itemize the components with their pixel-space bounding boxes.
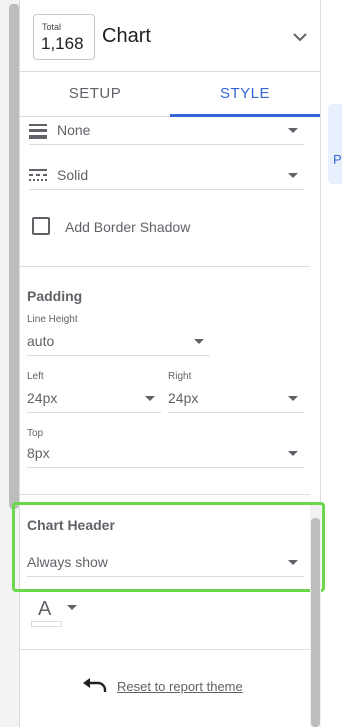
dropdown-caret-icon [145, 396, 155, 401]
side-panel-tab[interactable]: P [328, 104, 342, 184]
chart-type-thumbnail[interactable]: Total 1,168 [33, 14, 95, 60]
thumbnail-label: Total [42, 22, 62, 32]
text-color-swatch [31, 621, 62, 627]
padding-top-label: Top [27, 428, 44, 439]
section-divider [20, 649, 310, 650]
border-weight-value: None [57, 122, 91, 138]
tab-setup[interactable]: SETUP [20, 72, 170, 116]
style-content: None Solid Add Border Shadow Padding Lin… [20, 117, 310, 727]
dropdown-caret-icon [288, 173, 298, 178]
border-shadow-label: Add Border Shadow [65, 219, 191, 235]
dropdown-caret-icon [67, 605, 77, 610]
line-height-value: auto [27, 333, 55, 349]
chart-header: Total 1,168 Chart [20, 0, 320, 72]
scrollbar-thumb[interactable] [311, 518, 320, 727]
line-height-label: Line Height [27, 314, 78, 325]
border-shadow-checkbox[interactable] [32, 217, 50, 235]
undo-icon [83, 678, 107, 692]
border-style-dropdown[interactable]: Solid [29, 162, 304, 190]
padding-left-dropdown[interactable]: 24px [27, 385, 161, 413]
dropdown-caret-icon [194, 339, 204, 344]
tab-style[interactable]: STYLE [170, 72, 320, 117]
padding-right-value: 24px [168, 390, 199, 406]
border-style-value: Solid [57, 167, 89, 183]
padding-left-label: Left [27, 371, 44, 382]
section-divider [20, 494, 310, 495]
dropdown-caret-icon [288, 128, 298, 133]
padding-top-value: 8px [27, 445, 50, 461]
chevron-down-icon[interactable] [290, 27, 310, 47]
side-panel-tab-label: P [333, 152, 342, 167]
section-divider [20, 266, 310, 267]
border-shadow-checkbox-row[interactable]: Add Border Shadow [32, 217, 252, 237]
padding-left-value: 24px [27, 390, 58, 406]
reset-theme-link[interactable]: Reset to report theme [117, 679, 243, 694]
padding-right-dropdown[interactable]: 24px [168, 385, 304, 413]
chart-type-title: Chart [102, 25, 151, 47]
padding-top-dropdown[interactable]: 8px [27, 440, 304, 468]
text-color-button[interactable]: A [31, 598, 81, 628]
dropdown-caret-icon [288, 396, 298, 401]
panel-tabs: SETUP STYLE [20, 72, 320, 117]
padding-section-title: Padding [27, 288, 83, 304]
left-scrollbar[interactable] [9, 4, 19, 509]
border-weight-dropdown[interactable]: None [29, 117, 304, 145]
border-weight-icon [29, 124, 47, 139]
text-color-icon: A [38, 598, 52, 620]
reset-theme-row[interactable]: Reset to report theme [82, 677, 282, 697]
dropdown-caret-icon [288, 451, 298, 456]
line-height-dropdown[interactable]: auto [27, 328, 210, 356]
padding-right-label: Right [168, 371, 192, 382]
highlight-box [12, 502, 325, 592]
thumbnail-value: 1,168 [41, 34, 84, 53]
border-style-icon [29, 169, 47, 181]
